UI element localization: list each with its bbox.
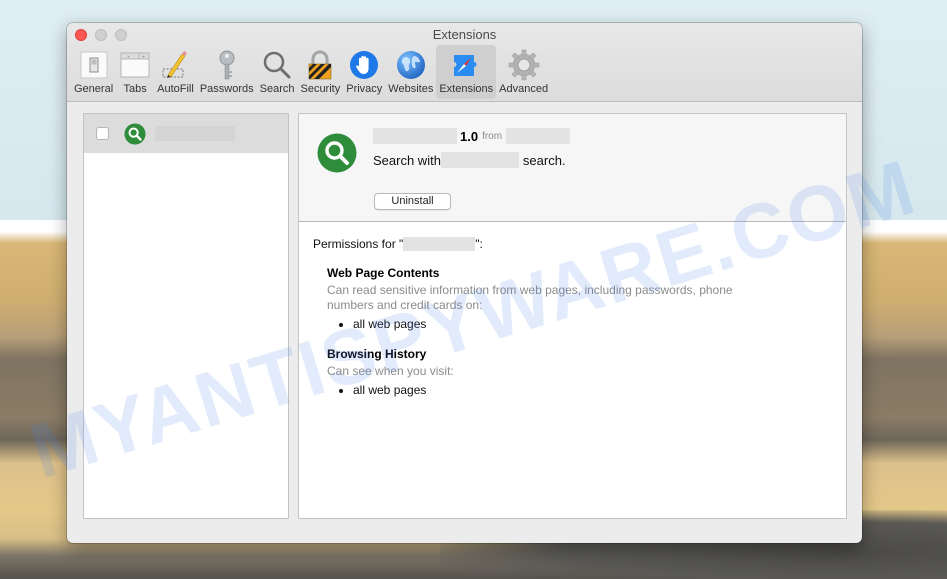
green-search-icon — [124, 122, 146, 145]
tab-privacy[interactable]: Privacy — [343, 45, 385, 99]
general-switch-icon — [80, 51, 108, 79]
tab-search[interactable]: Search — [257, 45, 298, 99]
globe-icon — [396, 51, 425, 79]
tab-advanced[interactable]: Advanced — [496, 45, 551, 99]
extension-detail-panel: 1.0 from Search with search. Uninstall P… — [298, 113, 847, 519]
permission-description: Can see when you visit: — [327, 364, 454, 378]
svg-text:+: + — [142, 55, 145, 61]
tab-websites[interactable]: Websites — [385, 45, 436, 99]
extension-list-item[interactable] — [84, 114, 288, 153]
permission-description: Can read sensitive information from web … — [327, 283, 733, 312]
permission-scope-list: all web pages — [327, 317, 832, 332]
tab-tabs[interactable]: × + Tabs — [116, 45, 154, 99]
permission-scope-list: all web pages — [327, 383, 832, 398]
preferences-toolbar: General × + Tabs AutoFill Passwords Sear… — [71, 45, 551, 99]
permission-heading: Web Page Contents — [327, 266, 440, 280]
extension-name-redacted — [373, 128, 457, 144]
padlock-icon — [309, 50, 332, 80]
permissions-title: Permissions for " ": — [313, 237, 483, 251]
hand-icon — [350, 51, 379, 79]
titlebar: Extensions General × + Tabs AutoFill Pas… — [67, 23, 862, 102]
uninstall-button[interactable]: Uninstall — [374, 193, 451, 210]
tab-security[interactable]: Security — [297, 45, 343, 99]
tabs-icon: × + — [120, 52, 150, 78]
tab-passwords[interactable]: Passwords — [197, 45, 257, 99]
tab-autofill[interactable]: AutoFill — [154, 45, 197, 99]
permission-browsing-history: Browsing History Can see when you visit:… — [327, 347, 832, 398]
enable-extension-checkbox[interactable] — [96, 127, 109, 140]
extensions-list — [83, 113, 289, 519]
extension-header: 1.0 from Search with search. Uninstall — [299, 114, 846, 222]
search-name-redacted — [440, 152, 519, 168]
permissions-section: Permissions for " ": Web Page Contents C… — [299, 222, 846, 413]
permission-scope-item: all web pages — [353, 317, 832, 332]
tab-general[interactable]: General — [71, 45, 116, 99]
extension-name-redacted — [155, 126, 235, 141]
svg-text:×: × — [127, 55, 130, 61]
permission-heading: Browsing History — [327, 347, 427, 361]
extension-icon — [317, 133, 357, 173]
extension-version: 1.0 — [460, 128, 479, 144]
magnifier-icon — [263, 51, 291, 79]
puzzle-compass-icon — [454, 55, 477, 76]
extension-description: Search with search. — [373, 152, 566, 168]
permission-web-page-contents: Web Page Contents Can read sensitive inf… — [327, 266, 832, 332]
gear-icon — [508, 49, 539, 81]
extension-name-line: 1.0 from — [373, 128, 571, 144]
permission-scope-item: all web pages — [353, 383, 832, 398]
developer-name-redacted — [506, 128, 571, 144]
extension-name-redacted — [403, 237, 476, 251]
tab-extensions[interactable]: Extensions — [436, 45, 497, 99]
key-icon — [219, 50, 235, 80]
from-label: from — [482, 130, 503, 142]
pencil-icon — [162, 51, 188, 78]
safari-preferences-window: Extensions General × + Tabs AutoFill Pas… — [67, 23, 862, 543]
window-title: Extensions — [432, 27, 497, 42]
